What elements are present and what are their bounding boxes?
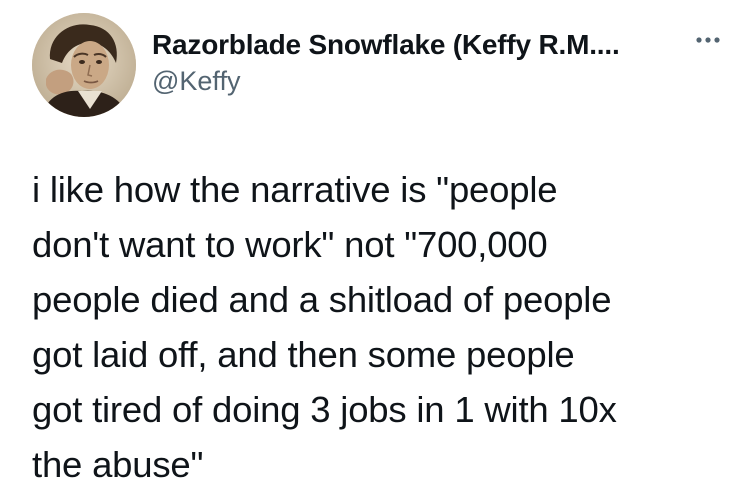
tweet-text: i like how the narrative is "people don'…: [32, 169, 617, 485]
author-display-name[interactable]: Razorblade Snowflake (Keffy R.M....: [152, 28, 692, 62]
more-options-button[interactable]: [690, 22, 726, 58]
author-handle[interactable]: @Keffy: [152, 65, 240, 97]
tweet-card: Razorblade Snowflake (Keffy R.M.... @Kef…: [0, 0, 750, 502]
portrait-icon: [32, 13, 136, 117]
more-horizontal-icon: [696, 37, 720, 43]
author-avatar[interactable]: [32, 13, 136, 117]
